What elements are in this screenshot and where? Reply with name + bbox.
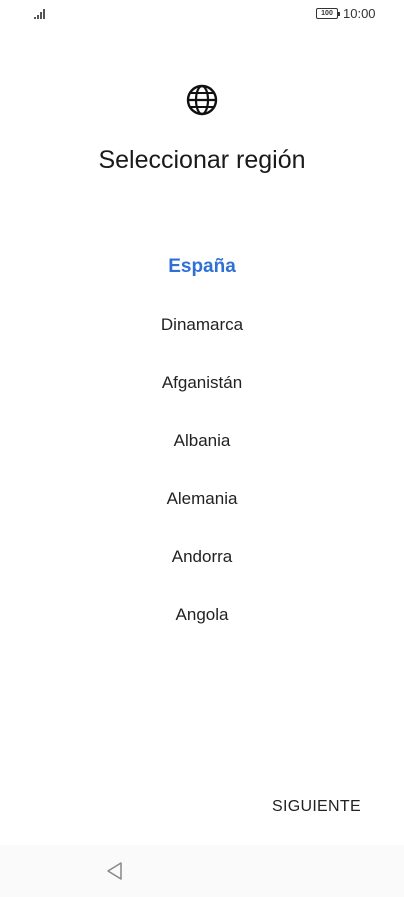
region-item[interactable]: Alemania xyxy=(0,483,404,541)
globe-icon xyxy=(186,84,218,116)
region-item[interactable]: Albania xyxy=(0,425,404,483)
region-item[interactable]: Angola xyxy=(0,599,404,657)
back-triangle-icon[interactable] xyxy=(106,861,124,881)
region-item-selected[interactable]: España xyxy=(0,251,404,309)
battery-icon: 100 xyxy=(316,8,340,19)
page-title: Seleccionar región xyxy=(98,146,306,174)
region-item[interactable]: Afganistán xyxy=(0,367,404,425)
region-picker[interactable]: España Dinamarca Afganistán Albania Alem… xyxy=(0,251,404,657)
status-bar: 100 10:00 xyxy=(0,0,404,28)
navigation-bar xyxy=(0,845,404,897)
status-time: 10:00 xyxy=(343,6,376,21)
region-item[interactable]: Dinamarca xyxy=(0,309,404,367)
signal-icon xyxy=(34,9,45,19)
next-button[interactable]: SIGUIENTE xyxy=(272,798,361,816)
region-item[interactable]: Andorra xyxy=(0,541,404,599)
